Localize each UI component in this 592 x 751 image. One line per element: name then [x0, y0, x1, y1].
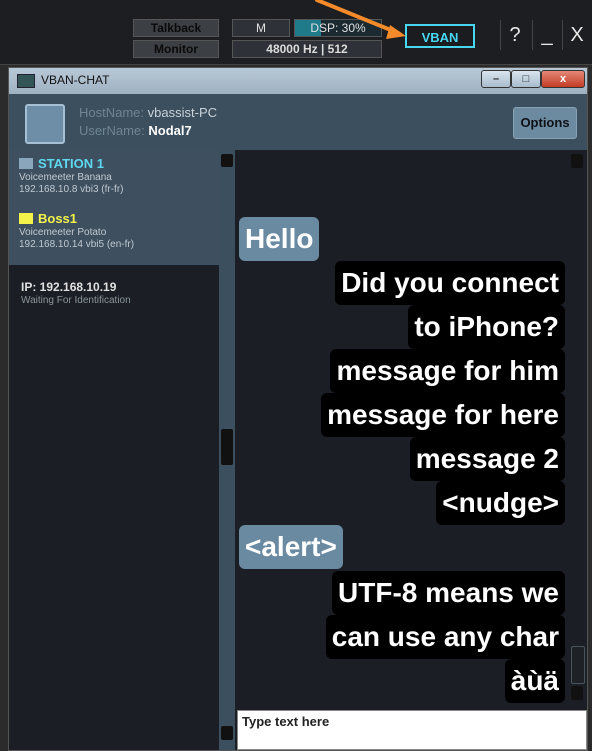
avatar[interactable] [25, 104, 65, 144]
username-value: Nodal7 [148, 123, 192, 138]
window-maximize-button[interactable]: □ [511, 70, 541, 88]
message-area: Hello Did you connect to iPhone? message… [237, 150, 587, 710]
scroll-up-handle[interactable] [221, 154, 233, 167]
station-color-icon [19, 213, 33, 224]
window-titlebar[interactable]: VBAN-CHAT – □ x [9, 68, 587, 94]
vban-chat-window: VBAN-CHAT – □ x HostName: vbassist-PC Us… [8, 67, 588, 751]
pending-status: Waiting For Identification [21, 295, 131, 306]
message-bubble-outgoing: message for here [321, 393, 565, 437]
message-bubble-outgoing: Did you connect [335, 261, 565, 305]
scroll-down-handle[interactable] [571, 686, 583, 700]
scroll-thumb[interactable] [221, 429, 233, 465]
station-address: 192.168.10.14 vbi5 (en-fr) [19, 239, 135, 250]
station-name: Boss1 [19, 211, 134, 226]
username-row: UserName: Nodal7 [79, 123, 192, 138]
window-minimize-button[interactable]: – [481, 70, 511, 88]
message-input-box [237, 710, 587, 750]
station-app: Voicemeeter Banana [19, 172, 112, 183]
message-scrollbar[interactable] [567, 150, 587, 710]
message-bubble-outgoing: UTF-8 means we [332, 571, 565, 615]
scroll-thumb[interactable] [571, 646, 585, 684]
station-color-icon [19, 158, 33, 169]
scroll-down-handle[interactable] [221, 726, 233, 740]
station-address: 192.168.10.8 vbi3 (fr-fr) [19, 184, 124, 195]
message-bubble-outgoing: àùä [504, 659, 565, 703]
message-bubble-outgoing: can use any char [325, 615, 565, 659]
message-bubble-incoming: <alert> [239, 525, 343, 569]
station-name: STATION 1 [19, 156, 124, 171]
message-bubble-incoming: Hello [239, 217, 320, 261]
hostname-key: HostName: [79, 105, 145, 120]
message-bubble-outgoing: to iPhone? [408, 305, 565, 349]
station-app: Voicemeeter Potato [19, 227, 107, 238]
options-button[interactable]: Options [513, 107, 577, 139]
message-bubble-outgoing: <nudge> [436, 481, 565, 525]
hostname-row: HostName: vbassist-PC [79, 105, 217, 120]
station-item-station-1[interactable]: STATION 1 Voicemeeter Banana 192.168.10.… [19, 156, 124, 195]
message-bubble-outgoing: message 2 [409, 437, 565, 481]
app-icon [17, 74, 35, 88]
user-header: HostName: vbassist-PC UserName: Nodal7 O… [9, 94, 587, 150]
hostname-value: vbassist-PC [147, 105, 218, 120]
pending-ip: IP: 192.168.10.19 [21, 280, 117, 294]
pending-connection[interactable]: IP: 192.168.10.19 Waiting For Identifica… [21, 280, 131, 306]
window-close-button[interactable]: x [541, 70, 585, 88]
annotation-arrow-icon [315, 0, 406, 39]
station-list-scrollbar[interactable] [219, 150, 235, 750]
username-key: UserName: [79, 123, 145, 138]
voicemeeter-toolbar: Talkback Monitor M DSP: 30% 48000 Hz | 5… [0, 0, 592, 65]
station-item-boss1[interactable]: Boss1 Voicemeeter Potato 192.168.10.14 v… [19, 211, 134, 250]
station-list: STATION 1 Voicemeeter Banana 192.168.10.… [9, 150, 235, 750]
scroll-up-handle[interactable] [571, 154, 583, 168]
window-title: VBAN-CHAT [41, 73, 110, 87]
message-bubble-outgoing: message for him [330, 349, 565, 393]
message-input[interactable] [242, 714, 582, 729]
